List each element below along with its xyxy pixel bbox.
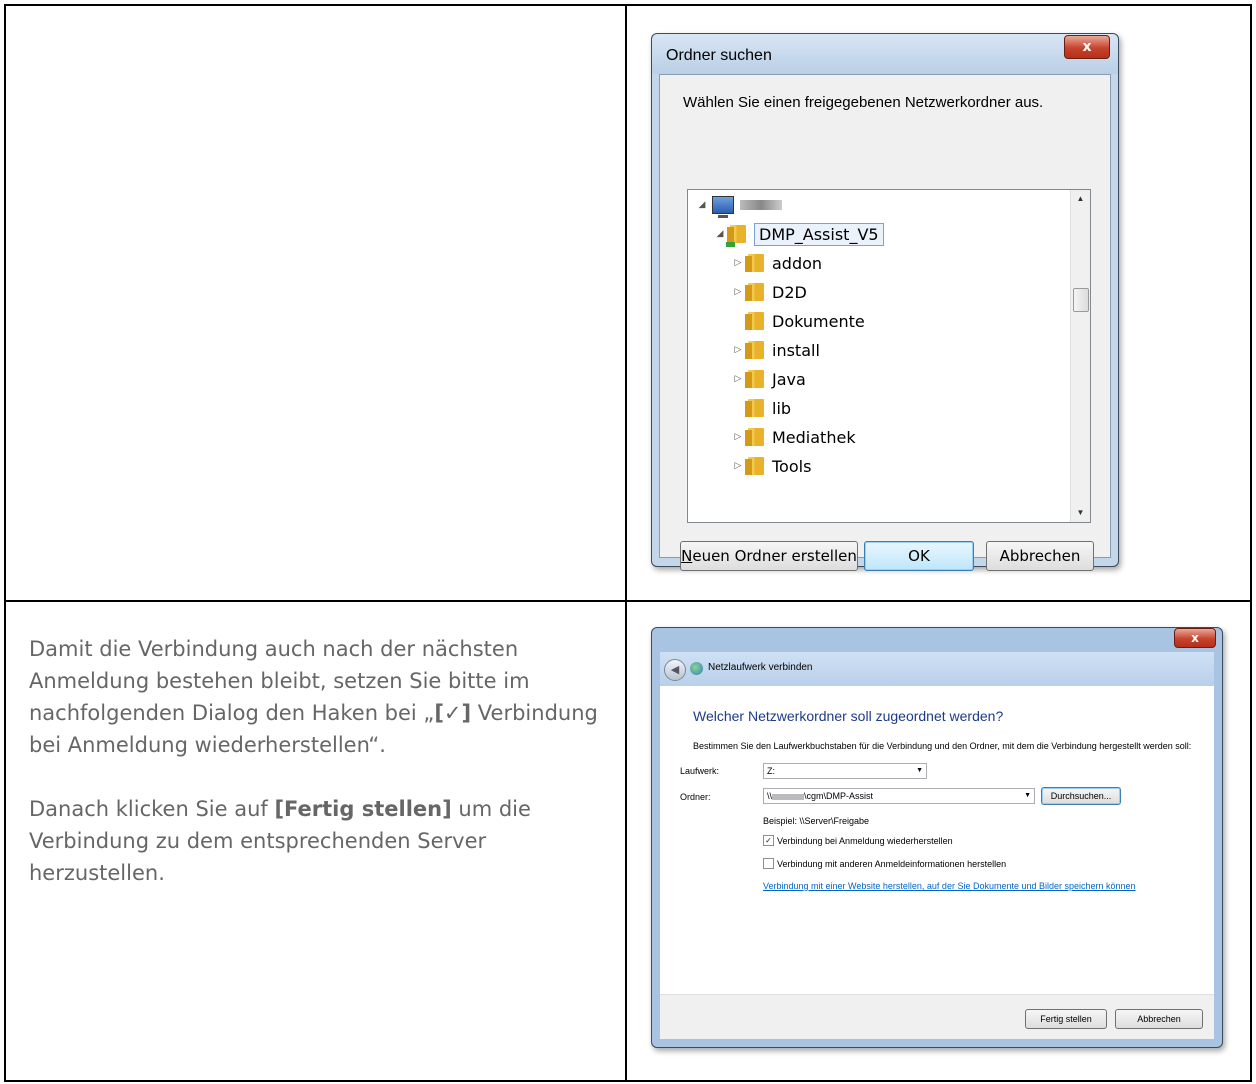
dialog-title: Ordner suchen	[666, 47, 772, 64]
dropdown-arrow-icon: ▼	[916, 767, 923, 774]
cancel-button[interactable]: Abbrechen	[986, 541, 1094, 571]
new-folder-button[interactable]: Neuen Ordner erstellen	[680, 541, 858, 571]
finish-hint: [Fertig stellen]	[274, 797, 452, 821]
expand-arrow-icon[interactable]: ▷	[732, 345, 744, 355]
folder-label: Ordner:	[680, 792, 711, 802]
tree-item-label: Tools	[772, 456, 812, 476]
cancel-button[interactable]: Abbrechen	[1115, 1009, 1203, 1029]
scroll-up-icon[interactable]: ▲	[1071, 190, 1090, 208]
folder-icon	[745, 399, 764, 417]
folder-icon	[745, 428, 764, 446]
dialog-client-area: Welcher Netzwerkordner soll zugeordnet w…	[660, 686, 1214, 1039]
tree-row-computer[interactable]: ◢	[696, 192, 782, 218]
redacted-computer-name	[740, 200, 782, 210]
dropdown-arrow-icon: ▼	[1024, 792, 1031, 799]
ok-button[interactable]: OK	[864, 541, 974, 571]
tree-item-label: DMP_Assist_V5	[754, 222, 884, 246]
tree-row-folder[interactable]: ▷ Java	[732, 366, 806, 392]
tree-row-share[interactable]: ◢ DMP_Assist_V5	[714, 221, 884, 247]
computer-icon	[712, 196, 734, 218]
close-button[interactable]: x	[1064, 35, 1110, 59]
tree-item-label: install	[772, 340, 820, 360]
example-text: Beispiel: \\Server\Freigabe	[763, 816, 870, 826]
tree-row-folder[interactable]: ▷ D2D	[732, 279, 807, 305]
network-drive-icon	[690, 662, 703, 675]
folder-tree[interactable]: ◢ ◢ DMP_Assist_V5 ▷ addon ▷ D2D Dokument…	[687, 189, 1091, 523]
network-folder-icon	[726, 225, 746, 247]
reconnect-label[interactable]: Verbindung bei Anmeldung wiederherstelle…	[777, 836, 953, 846]
instruction-paragraph-1: Damit die Verbindung auch nach der nächs…	[29, 637, 598, 757]
tree-scrollbar[interactable]: ▲ ▼	[1070, 190, 1090, 522]
collapse-arrow-icon[interactable]: ◢	[696, 200, 708, 210]
dialog-heading: Welcher Netzwerkordner soll zugeordnet w…	[693, 708, 1004, 724]
collapse-arrow-icon[interactable]: ◢	[714, 229, 726, 239]
drive-label: Laufwerk:	[680, 766, 720, 776]
folder-icon	[745, 283, 764, 301]
tree-item-label: addon	[772, 253, 823, 273]
finish-button[interactable]: Fertig stellen	[1025, 1009, 1107, 1029]
close-button[interactable]: x	[1174, 628, 1216, 648]
drive-select[interactable]: Z: ▼	[763, 763, 927, 779]
website-link[interactable]: Verbindung mit einer Website herstellen,…	[763, 881, 1193, 892]
tree-item-label: Mediathek	[772, 427, 856, 447]
tree-item-label: lib	[772, 398, 792, 418]
map-network-drive-dialog: x ◀ Netzlaufwerk verbinden Welcher Netzw…	[651, 627, 1223, 1048]
folder-path-input[interactable]: \\ \cgm\DMP-Assist ▼	[763, 788, 1035, 804]
dialog-client-area: Wählen Sie einen freigegebenen Netzwerko…	[659, 74, 1111, 571]
browse-button[interactable]: Durchsuchen...	[1041, 787, 1121, 805]
checkbox-hint: [✓]	[434, 701, 472, 725]
table-divider-horizontal	[6, 600, 1250, 602]
redacted-server-name	[772, 793, 805, 800]
tree-item-label: Dokumente	[772, 311, 865, 331]
expand-arrow-icon[interactable]: ▷	[732, 374, 744, 384]
back-arrow-icon[interactable]: ◀	[664, 659, 686, 681]
folder-icon	[745, 457, 764, 475]
dialog-footer: Fertig stellen Abbrechen	[660, 994, 1214, 1039]
table-divider-vertical	[625, 6, 627, 1080]
tree-row-folder[interactable]: ▷ Mediathek	[732, 424, 856, 450]
instruction-paragraph-2: Danach klicken Sie auf [Fertig stellen] …	[29, 797, 531, 885]
expand-arrow-icon[interactable]: ▷	[732, 258, 744, 268]
tree-row-folder[interactable]: lib	[732, 395, 791, 421]
folder-icon	[745, 312, 764, 330]
tree-row-folder[interactable]: Dokumente	[732, 308, 865, 334]
expand-arrow-icon[interactable]: ▷	[732, 461, 744, 471]
instruction-text: Damit die Verbindung auch nach der nächs…	[29, 633, 599, 921]
tree-row-folder[interactable]: ▷ Tools	[732, 453, 812, 479]
folder-icon	[745, 254, 764, 272]
folder-icon	[745, 341, 764, 359]
tree-row-folder[interactable]: ▷ install	[732, 337, 820, 363]
scroll-thumb[interactable]	[1073, 288, 1089, 312]
other-credentials-label[interactable]: Verbindung mit anderen Anmeldeinformatio…	[777, 859, 1006, 869]
dialog-description: Bestimmen Sie den Laufwerkbuchstaben für…	[693, 741, 1192, 751]
dialog-header: ◀ Netzlaufwerk verbinden	[660, 652, 1214, 686]
tree-item-label: Java	[772, 369, 806, 389]
dialog-title: Netzlaufwerk verbinden	[708, 662, 813, 673]
folder-icon	[745, 370, 764, 388]
tree-row-folder[interactable]: ▷ addon	[732, 250, 823, 276]
reconnect-checkbox[interactable]: ✓	[763, 835, 774, 846]
expand-arrow-icon[interactable]: ▷	[732, 432, 744, 442]
expand-arrow-icon[interactable]: ▷	[732, 287, 744, 297]
other-credentials-checkbox[interactable]	[763, 858, 774, 869]
tree-item-label: D2D	[772, 282, 807, 302]
scroll-down-icon[interactable]: ▼	[1071, 504, 1090, 522]
dialog-prompt: Wählen Sie einen freigegebenen Netzwerko…	[683, 94, 1044, 111]
dialog-titlebar[interactable]: Ordner suchen x	[652, 34, 1118, 74]
folder-browse-dialog: Ordner suchen x Wählen Sie einen freigeg…	[651, 33, 1119, 571]
